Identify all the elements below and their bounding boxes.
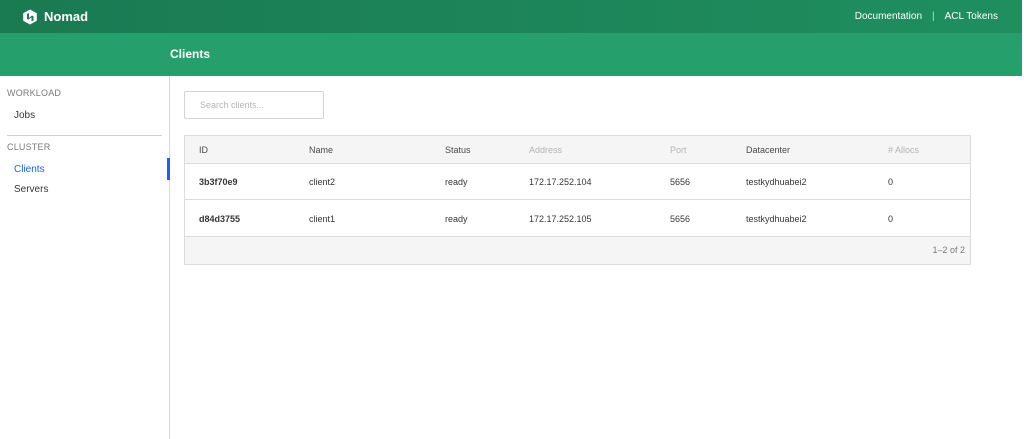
acl-tokens-link[interactable]: ACL Tokens (945, 11, 998, 22)
menu-label-cluster: CLUSTER (7, 142, 51, 152)
cell-id[interactable]: 3b3f70e9 (199, 164, 238, 200)
active-indicator (167, 158, 170, 180)
cell-status: ready (445, 177, 468, 187)
table-footer: 1–2 of 2 (185, 237, 970, 264)
cell-port: 5656 (670, 214, 691, 224)
table-header: ID Name Status Address Port Datacenter #… (185, 136, 970, 164)
table-row[interactable]: d84d3755 client1 ready 172.17.252.105 56… (185, 201, 970, 237)
menu-divider (7, 135, 162, 136)
column-header-address: Address (529, 145, 563, 155)
nav-separator: | (932, 11, 935, 22)
page-title: Clients (170, 47, 211, 61)
pagination-info: 1–2 of 2 (932, 245, 965, 255)
sub-nav: Clients (0, 33, 1022, 76)
top-nav: Documentation | ACL Tokens (855, 0, 998, 33)
documentation-link[interactable]: Documentation (855, 11, 922, 22)
cell-datacenter: testkydhuabei2 (746, 214, 807, 224)
cell-status: ready (445, 214, 468, 224)
sidebar-item-servers[interactable]: Servers (14, 184, 48, 195)
sidebar-item-jobs[interactable]: Jobs (14, 110, 35, 121)
clients-table: ID Name Status Address Port Datacenter #… (184, 135, 971, 265)
cell-allocs: 0 (888, 177, 894, 187)
cell-address: 172.17.252.104 (529, 177, 592, 187)
sidebar: WORKLOAD Jobs CLUSTER Clients Servers (0, 76, 170, 439)
cell-port: 5656 (670, 177, 691, 187)
cell-address: 172.17.252.105 (529, 214, 592, 224)
column-header-datacenter[interactable]: Datacenter (746, 136, 790, 164)
cell-name: client1 (309, 214, 336, 224)
column-header-status[interactable]: Status (445, 136, 471, 164)
cell-id[interactable]: d84d3755 (199, 201, 240, 237)
sidebar-item-clients[interactable]: Clients (14, 164, 45, 175)
brand[interactable]: Nomad (22, 0, 88, 33)
cell-allocs: 0 (888, 214, 894, 224)
nomad-logo-icon (23, 9, 37, 24)
top-bar: Nomad Documentation | ACL Tokens (0, 0, 1022, 33)
column-header-port: Port (670, 145, 687, 155)
search-input[interactable] (184, 91, 324, 119)
brand-name: Nomad (44, 9, 89, 24)
column-header-name[interactable]: Name (309, 136, 333, 164)
cell-datacenter: testkydhuabei2 (746, 177, 807, 187)
table-row[interactable]: 3b3f70e9 client2 ready 172.17.252.104 56… (185, 164, 970, 200)
menu-label-workload: WORKLOAD (7, 88, 62, 98)
column-header-id[interactable]: ID (199, 136, 208, 164)
cell-name: client2 (309, 177, 336, 187)
column-header-allocs: # Allocs (888, 145, 920, 155)
